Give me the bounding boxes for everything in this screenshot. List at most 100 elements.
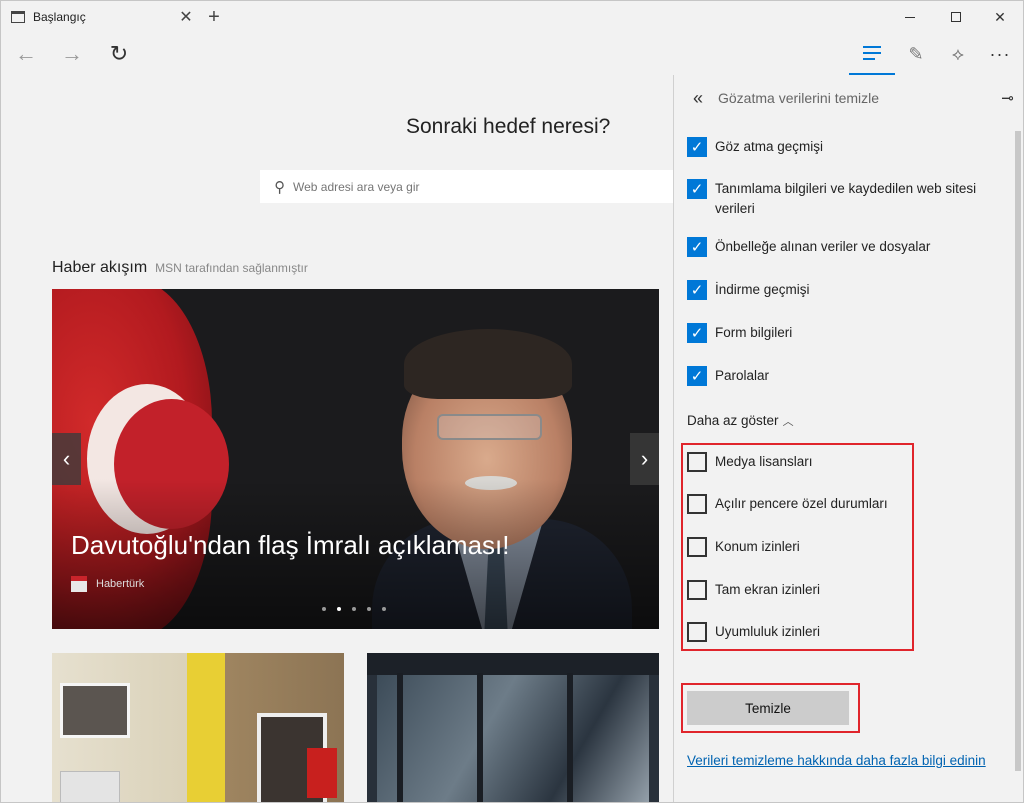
close-tab-icon[interactable]: ✕ (176, 7, 196, 27)
hero-image-glasses (437, 414, 542, 440)
checkbox-label: Göz atma geçmişi (715, 139, 824, 154)
panel-body: Daha az göster ︿ Temizle Verileri temizle… (674, 121, 1014, 802)
checkbox-checked[interactable]: ✓ (687, 280, 707, 300)
title-bar: Başlangıç ✕ + ✕ (1, 1, 1023, 33)
hero-image-hair (404, 329, 572, 399)
checkbox-checked[interactable]: ✓ (687, 237, 707, 257)
news-card-thumbnail-2[interactable] (367, 653, 659, 802)
minimize-icon (905, 16, 915, 18)
thumb-image-ceiling (367, 653, 659, 675)
share-button[interactable]: ⟡ (938, 33, 978, 75)
minimize-button[interactable] (887, 1, 933, 33)
tab-start[interactable]: Başlangıç ✕ (1, 1, 196, 33)
refresh-button[interactable]: ↻ (96, 33, 142, 75)
checkbox-row[interactable]: Açılır pencere özel durumları (687, 494, 1005, 514)
browser-window: Başlangıç ✕ + ✕ ← → ↻ ✎ ⟡ ··· Sonraki he… (0, 0, 1024, 803)
checkbox-row[interactable]: Tam ekran izinleri (687, 580, 1005, 600)
checkbox-checked[interactable]: ✓ (687, 179, 707, 199)
pen-note-icon: ✎ (908, 43, 924, 64)
carousel-dot[interactable] (322, 607, 326, 611)
more-info-link[interactable]: Verileri temizleme hakkında daha fazla b… (687, 751, 987, 771)
checkbox-label: Medya lisansları (715, 454, 813, 469)
checkbox-unchecked[interactable] (687, 580, 707, 600)
maximize-button[interactable] (933, 1, 979, 33)
carousel-dot[interactable] (337, 607, 341, 611)
carousel-dot[interactable] (382, 607, 386, 611)
pin-icon[interactable]: ⊸ (1001, 89, 1014, 107)
news-card-thumbnail-1[interactable] (52, 653, 344, 802)
more-actions-button[interactable]: ··· (980, 33, 1020, 75)
checkbox-label: İndirme geçmişi (715, 282, 810, 297)
checkbox-label: Açılır pencere özel durumları (715, 496, 888, 511)
checkbox-label: Form bilgileri (715, 325, 793, 340)
thumb-image-glass (377, 673, 649, 802)
checkbox-label: Parolalar (715, 368, 770, 383)
checkbox-row[interactable]: ✓ Tanımlama bilgileri ve kaydedilen web s… (687, 179, 1005, 219)
checkbox-row[interactable]: ✓ İndirme geçmişi (687, 280, 1005, 300)
checkbox-row[interactable]: ✓ Parolalar (687, 366, 1005, 386)
web-note-button[interactable]: ✎ (894, 33, 938, 75)
thumb-image-post (477, 673, 483, 802)
hero-source: Habertürk (71, 576, 144, 592)
hero-headline[interactable]: Davutoğlu'ndan flaş İmralı açıklaması! (71, 530, 510, 561)
thumb-image-yellow-column (187, 653, 225, 802)
arrow-left-icon: ← (15, 41, 37, 66)
checkbox-row[interactable]: Medya lisansları (687, 452, 1005, 472)
hub-button[interactable] (849, 33, 895, 75)
ellipsis-icon: ··· (989, 43, 1011, 64)
checkbox-unchecked[interactable] (687, 494, 707, 514)
page-icon (11, 11, 25, 23)
checkbox-checked[interactable]: ✓ (687, 366, 707, 386)
forward-button[interactable]: → (49, 33, 95, 75)
checkbox-row[interactable]: ✓ Önbelleğe alınan veriler ve dosyalar (687, 237, 1005, 257)
checkbox-unchecked[interactable] (687, 622, 707, 642)
chevron-right-icon: › (640, 446, 649, 471)
maximize-icon (951, 12, 961, 22)
checkbox-row[interactable]: Uyumluluk izinleri (687, 622, 1005, 642)
checkbox-label: Konum izinleri (715, 539, 800, 554)
new-tab-button[interactable]: + (203, 5, 225, 29)
refresh-icon: ↻ (109, 41, 129, 66)
clear-button[interactable]: Temizle (687, 691, 849, 725)
thumb-image-red-flag (307, 748, 337, 798)
checkbox-unchecked[interactable] (687, 452, 707, 472)
panel-header: « Gözatma verilerini temizle ⊸ (674, 75, 1023, 121)
hub-icon-line (863, 58, 875, 60)
carousel-dot[interactable] (367, 607, 371, 611)
panel-title: Gözatma verilerini temizle (718, 90, 880, 106)
panel-back-button[interactable]: « (678, 88, 718, 109)
checkbox-row[interactable]: ✓ Form bilgileri (687, 323, 1005, 343)
search-icon: ⚲ (274, 178, 285, 196)
arrow-right-icon: → (61, 41, 83, 66)
news-feed-header: Haber akışım MSN tarafından sağlanmıştır (52, 259, 308, 277)
thumb-image-ac-unit (60, 771, 120, 802)
carousel-next-button[interactable]: › (630, 433, 659, 485)
checkbox-row[interactable]: ✓ Göz atma geçmişi (687, 137, 1005, 157)
checkbox-checked[interactable]: ✓ (687, 137, 707, 157)
checkbox-checked[interactable]: ✓ (687, 323, 707, 343)
thumb-image-post (567, 673, 573, 802)
show-less-label: Daha az göster (687, 413, 779, 428)
address-search-input[interactable] (293, 179, 653, 194)
checkbox-label: Uyumluluk izinleri (715, 624, 821, 639)
thumb-image-window (60, 683, 130, 738)
panel-scrollbar[interactable] (1013, 121, 1023, 802)
hub-icon (863, 46, 881, 48)
checkbox-unchecked[interactable] (687, 537, 707, 557)
share-icon: ⟡ (952, 43, 964, 64)
hero-news-card[interactable]: ‹ › Davutoğlu'ndan flaş İmralı açıklamas… (52, 289, 659, 629)
scrollbar-thumb[interactable] (1015, 131, 1021, 771)
hub-icon-line (863, 52, 881, 54)
checkbox-row[interactable]: Konum izinleri (687, 537, 1005, 557)
checkbox-label: Tam ekran izinleri (715, 582, 821, 597)
show-less-button[interactable]: Daha az göster ︿ (687, 413, 794, 429)
search-box[interactable]: ⚲ (260, 170, 680, 203)
carousel-dot[interactable] (352, 607, 356, 611)
source-logo-icon (71, 576, 87, 592)
carousel-prev-button[interactable]: ‹ (52, 433, 81, 485)
close-icon: ✕ (994, 8, 1006, 25)
feed-source: MSN tarafından sağlanmıştır (155, 261, 308, 275)
feed-title: Haber akışım (52, 259, 148, 276)
close-window-button[interactable]: ✕ (977, 1, 1023, 33)
back-button[interactable]: ← (3, 33, 49, 75)
